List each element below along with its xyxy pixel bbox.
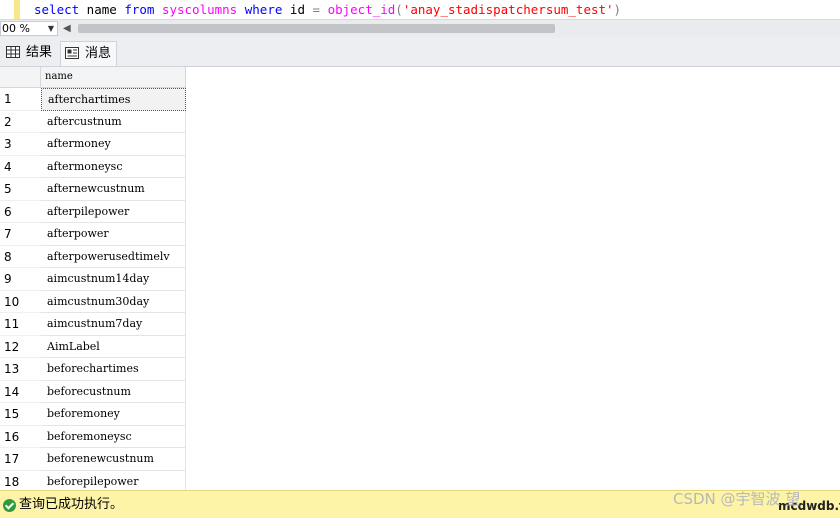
table-row[interactable]: 10 aimcustnum30day [0, 290, 186, 313]
row-number[interactable]: 13 [0, 358, 41, 381]
success-check-icon [3, 499, 16, 512]
cell-name[interactable]: beforecustnum [41, 380, 186, 403]
query-editor[interactable]: select name from syscolumns where id = o… [0, 0, 840, 19]
table-row[interactable]: 12 AimLabel [0, 335, 186, 358]
cell-name[interactable]: aftermoneysc [41, 155, 186, 178]
row-number[interactable]: 9 [0, 268, 41, 291]
cell-name[interactable]: AimLabel [41, 335, 186, 358]
cell-name[interactable]: aimcustnum30day [41, 290, 186, 313]
sql-token: object_id [327, 2, 396, 17]
row-number[interactable]: 1 [0, 88, 41, 111]
table-row[interactable]: 16 beforemoneysc [0, 425, 186, 448]
row-number[interactable]: 3 [0, 133, 41, 156]
row-number[interactable]: 15 [0, 403, 41, 426]
table-row[interactable]: 15 beforemoney [0, 403, 186, 426]
sql-token: syscolumns [161, 2, 238, 17]
row-number[interactable]: 2 [0, 111, 41, 133]
results-grid[interactable]: name 1 afterchartimes 2 aftercustnum 3 afterm… [0, 67, 840, 493]
table-row[interactable]: 4 aftermoneysc [0, 155, 186, 178]
cell-name[interactable]: afterpowerusedtimelv [41, 245, 186, 268]
table-row[interactable]: 13 beforechartimes [0, 358, 186, 381]
grid-icon [6, 46, 20, 58]
change-marker [14, 0, 20, 19]
row-number[interactable]: 12 [0, 336, 41, 358]
chevron-down-icon[interactable]: ▼ [48, 22, 54, 35]
row-number[interactable]: 4 [0, 156, 41, 178]
select-all-corner[interactable] [0, 67, 41, 88]
row-number[interactable]: 7 [0, 223, 41, 246]
result-tabs: 结果 消息 [0, 37, 840, 67]
tab-messages[interactable]: 消息 [60, 41, 117, 66]
row-number[interactable]: 11 [0, 313, 41, 336]
sql-token: select [34, 2, 80, 17]
row-number[interactable]: 17 [0, 448, 41, 471]
sql-token: where [244, 2, 283, 17]
zoom-value: 00 % [2, 22, 30, 35]
sql-token: ( [395, 2, 403, 17]
row-number[interactable]: 10 [0, 291, 41, 313]
cell-name[interactable]: aimcustnum14day [41, 268, 186, 291]
table-row[interactable]: 6 afterpilepower [0, 200, 186, 223]
tab-results-label: 结果 [26, 45, 53, 60]
cell-name[interactable]: aftermoney [41, 133, 186, 156]
table-row[interactable]: 11 aimcustnum7day [0, 313, 186, 336]
sql-token: name [79, 2, 125, 17]
table-row[interactable]: 14 beforecustnum [0, 380, 186, 403]
cell-name[interactable]: beforemoney [41, 403, 186, 426]
row-number[interactable]: 5 [0, 178, 41, 201]
table-row[interactable]: 1 afterchartimes [0, 88, 186, 111]
sql-query-line[interactable]: select name from syscolumns where id = o… [34, 1, 621, 18]
table-row[interactable]: 3 aftermoney [0, 133, 186, 156]
status-message: 查询已成功执行。 [19, 497, 124, 512]
cell-name[interactable]: afterpower [41, 223, 186, 246]
watermark: CSDN @宇智波 望 [673, 490, 801, 508]
zoom-select[interactable]: 00 % ▼ [0, 21, 58, 36]
sql-token: from [124, 2, 155, 17]
row-number[interactable]: 14 [0, 381, 41, 403]
cell-name[interactable]: aimcustnum7day [41, 313, 186, 336]
cell-name[interactable]: beforenewcustnum [41, 448, 186, 471]
row-number[interactable]: 6 [0, 201, 41, 223]
row-number[interactable]: 8 [0, 246, 41, 268]
sql-token: 'anay_stadispatchersum_test' [402, 2, 614, 17]
table-row[interactable]: 5 afternewcustnum [0, 178, 186, 201]
tab-messages-label: 消息 [85, 46, 112, 61]
table-row[interactable]: 8 afterpowerusedtimelv [0, 245, 186, 268]
cell-name[interactable]: beforechartimes [41, 358, 186, 381]
table-row[interactable]: 17 beforenewcustnum [0, 448, 186, 471]
table-row[interactable]: 9 aimcustnum14day [0, 268, 186, 291]
editor-scroll-bar: 00 % ▼ ◀ [0, 19, 840, 37]
sql-token: ) [613, 2, 622, 17]
row-number[interactable]: 16 [0, 426, 41, 448]
cell-name[interactable]: afternewcustnum [41, 178, 186, 201]
cell-name[interactable]: afterpilepower [41, 200, 186, 223]
table-row[interactable]: 7 afterpower [0, 223, 186, 246]
tab-results[interactable]: 结果 [2, 41, 58, 66]
column-header-name[interactable]: name [41, 67, 186, 88]
horizontal-scrollbar-thumb[interactable] [78, 24, 555, 33]
message-icon [65, 47, 79, 59]
cell-name[interactable]: aftercustnum [41, 110, 186, 133]
cell-name[interactable]: beforemoneysc [41, 425, 186, 448]
scroll-left-icon[interactable]: ◀ [63, 20, 71, 37]
sql-token: = [312, 2, 321, 17]
sql-token: id [282, 2, 313, 17]
table-row[interactable]: 2 aftercustnum [0, 110, 186, 133]
cell-name[interactable]: afterchartimes [41, 88, 186, 111]
